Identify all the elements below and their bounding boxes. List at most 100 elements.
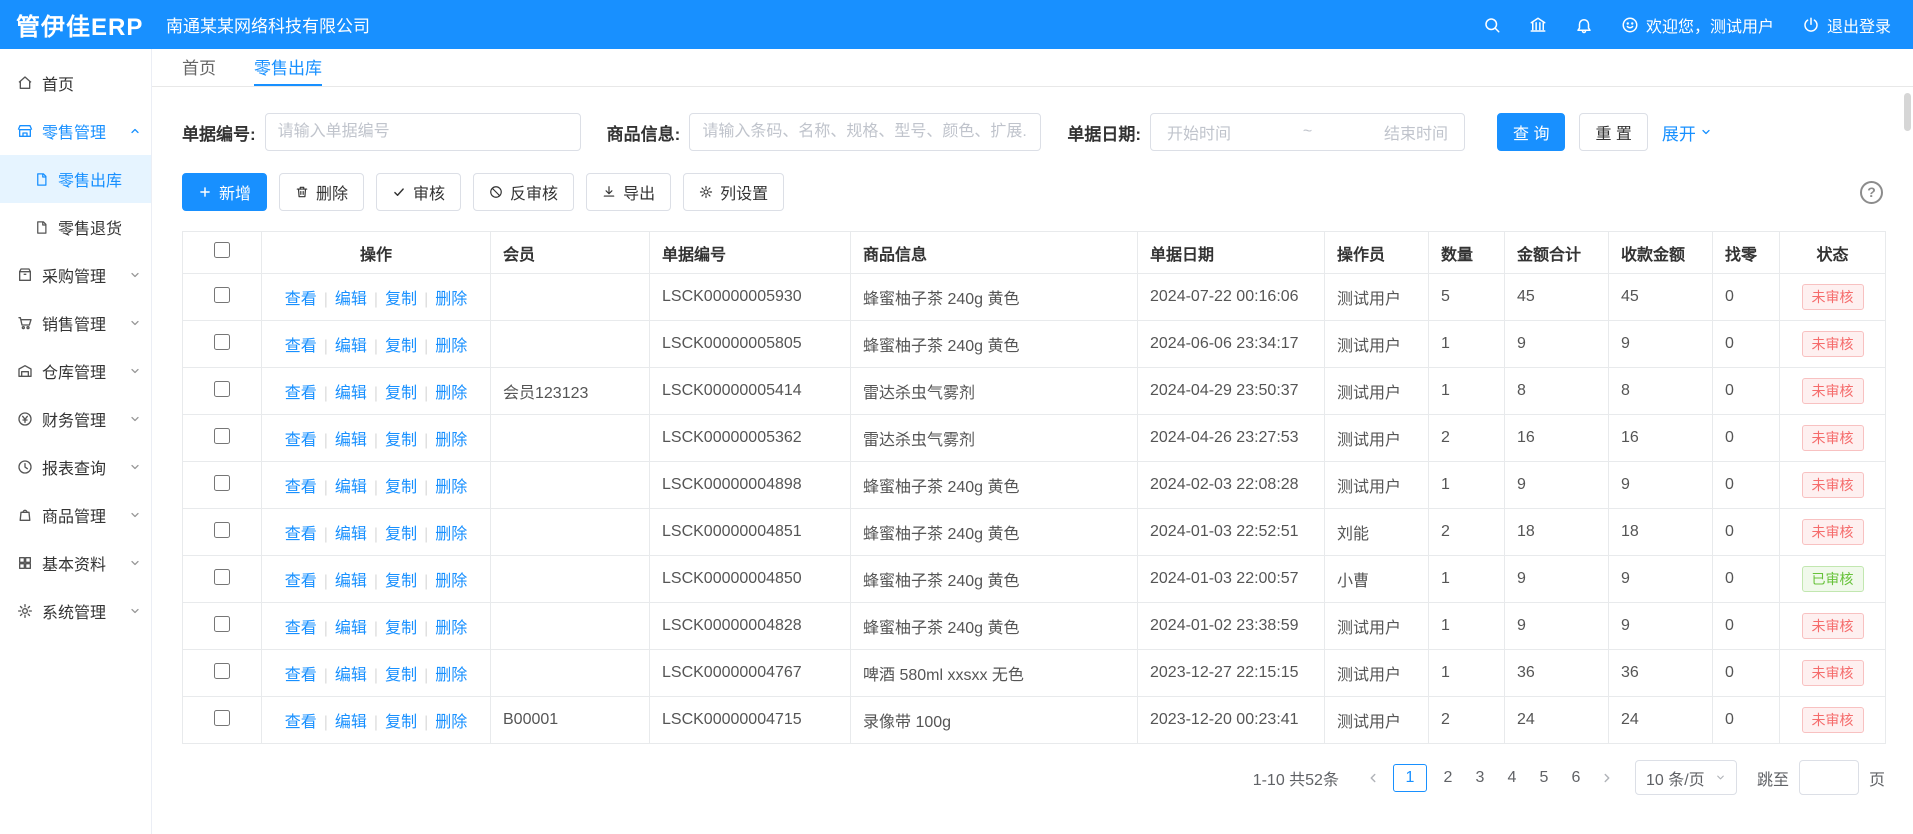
sidebar-item-retail[interactable]: 零售管理 bbox=[0, 107, 151, 155]
product-info-input[interactable] bbox=[689, 113, 1041, 151]
sidebar-item-purchase[interactable]: 采购管理 bbox=[0, 251, 151, 299]
expand-link[interactable]: 展开 bbox=[1662, 120, 1712, 145]
delete-button[interactable]: 删除 bbox=[279, 173, 364, 211]
row-action-delete[interactable]: 删除 bbox=[435, 385, 467, 402]
sidebar-item-finance[interactable]: 财务管理 bbox=[0, 395, 151, 443]
row-action-edit[interactable]: 编辑 bbox=[335, 526, 367, 543]
row-action-view[interactable]: 查看 bbox=[285, 714, 317, 731]
row-action-delete[interactable]: 删除 bbox=[435, 479, 467, 496]
row-action-edit[interactable]: 编辑 bbox=[335, 291, 367, 308]
help-icon[interactable]: ? bbox=[1860, 181, 1883, 204]
row-action-copy[interactable]: 复制 bbox=[385, 291, 417, 308]
reset-button[interactable]: 重 置 bbox=[1579, 113, 1647, 151]
row-action-edit[interactable]: 编辑 bbox=[335, 338, 367, 355]
sidebar-item-system[interactable]: 系统管理 bbox=[0, 587, 151, 635]
row-action-delete[interactable]: 删除 bbox=[435, 291, 467, 308]
jump-to-input[interactable] bbox=[1799, 760, 1859, 795]
sidebar-item-retail-return[interactable]: 零售退货 bbox=[0, 203, 151, 251]
page-number[interactable]: 3 bbox=[1469, 764, 1491, 792]
row-action-delete[interactable]: 删除 bbox=[435, 338, 467, 355]
row-checkbox[interactable] bbox=[214, 710, 230, 726]
row-action-view[interactable]: 查看 bbox=[285, 667, 317, 684]
cell-date: 2024-01-02 23:38:59 bbox=[1138, 603, 1325, 650]
row-checkbox[interactable] bbox=[214, 334, 230, 350]
row-action-copy[interactable]: 复制 bbox=[385, 667, 417, 684]
row-checkbox[interactable] bbox=[214, 428, 230, 444]
add-button[interactable]: 新增 bbox=[182, 173, 267, 211]
logout-button[interactable]: 退出登录 bbox=[1802, 13, 1891, 37]
row-action-view[interactable]: 查看 bbox=[285, 385, 317, 402]
column-settings-button[interactable]: 列设置 bbox=[683, 173, 784, 211]
tab-retail-out[interactable]: 零售出库 bbox=[254, 49, 322, 86]
row-checkbox[interactable] bbox=[214, 287, 230, 303]
row-action-copy[interactable]: 复制 bbox=[385, 338, 417, 355]
cell-change: 0 bbox=[1713, 274, 1780, 321]
row-action-delete[interactable]: 删除 bbox=[435, 620, 467, 637]
audit-button[interactable]: 审核 bbox=[376, 173, 461, 211]
row-checkbox[interactable] bbox=[214, 663, 230, 679]
row-checkbox[interactable] bbox=[214, 475, 230, 491]
bill-no-input[interactable] bbox=[265, 113, 581, 151]
scrollbar-thumb[interactable] bbox=[1904, 93, 1911, 131]
bank-icon[interactable] bbox=[1529, 16, 1547, 34]
tab-home[interactable]: 首页 bbox=[182, 49, 216, 86]
row-action-edit[interactable]: 编辑 bbox=[335, 432, 367, 449]
page-number[interactable]: 4 bbox=[1501, 764, 1523, 792]
action-separator: | bbox=[374, 526, 378, 543]
welcome-user[interactable]: 欢迎您，测试用户 bbox=[1621, 13, 1774, 37]
export-button[interactable]: 导出 bbox=[586, 173, 671, 211]
row-action-view[interactable]: 查看 bbox=[285, 291, 317, 308]
sidebar-item-reports[interactable]: 报表查询 bbox=[0, 443, 151, 491]
row-checkbox[interactable] bbox=[214, 569, 230, 585]
row-action-edit[interactable]: 编辑 bbox=[335, 714, 367, 731]
row-action-view[interactable]: 查看 bbox=[285, 620, 317, 637]
sidebar-item-retail-out[interactable]: 零售出库 bbox=[0, 155, 151, 203]
row-action-delete[interactable]: 删除 bbox=[435, 573, 467, 590]
bell-icon[interactable] bbox=[1575, 16, 1593, 34]
row-action-edit[interactable]: 编辑 bbox=[335, 385, 367, 402]
row-checkbox[interactable] bbox=[214, 616, 230, 632]
row-action-view[interactable]: 查看 bbox=[285, 432, 317, 449]
row-action-edit[interactable]: 编辑 bbox=[335, 573, 367, 590]
row-action-copy[interactable]: 复制 bbox=[385, 479, 417, 496]
row-action-view[interactable]: 查看 bbox=[285, 526, 317, 543]
row-action-view[interactable]: 查看 bbox=[285, 573, 317, 590]
row-action-edit[interactable]: 编辑 bbox=[335, 620, 367, 637]
search-icon[interactable] bbox=[1483, 16, 1501, 34]
sidebar-item-warehouse[interactable]: 仓库管理 bbox=[0, 347, 151, 395]
row-checkbox[interactable] bbox=[214, 381, 230, 397]
row-action-copy[interactable]: 复制 bbox=[385, 620, 417, 637]
row-action-delete[interactable]: 删除 bbox=[435, 526, 467, 543]
row-action-copy[interactable]: 复制 bbox=[385, 526, 417, 543]
action-separator: | bbox=[374, 620, 378, 637]
page-number[interactable]: 1 bbox=[1393, 764, 1427, 792]
table-row: 查看|编辑|复制|删除LSCK00000004828蜂蜜柚子茶 240g 黄色2… bbox=[183, 603, 1886, 650]
select-all-checkbox[interactable] bbox=[214, 242, 230, 258]
cell-date: 2024-01-03 22:52:51 bbox=[1138, 509, 1325, 556]
date-range-picker[interactable]: 开始时间 ~ 结束时间 bbox=[1150, 113, 1465, 151]
row-action-view[interactable]: 查看 bbox=[285, 338, 317, 355]
page-number[interactable]: 5 bbox=[1533, 764, 1555, 792]
row-action-copy[interactable]: 复制 bbox=[385, 432, 417, 449]
row-action-delete[interactable]: 删除 bbox=[435, 667, 467, 684]
chevron-left-icon[interactable] bbox=[1363, 771, 1383, 785]
row-action-delete[interactable]: 删除 bbox=[435, 432, 467, 449]
row-action-copy[interactable]: 复制 bbox=[385, 385, 417, 402]
sidebar-item-sales[interactable]: 销售管理 bbox=[0, 299, 151, 347]
row-action-copy[interactable]: 复制 bbox=[385, 714, 417, 731]
chevron-right-icon[interactable] bbox=[1597, 771, 1617, 785]
page-size-select[interactable]: 10 条/页 bbox=[1635, 760, 1737, 795]
unaudit-button[interactable]: 反审核 bbox=[473, 173, 574, 211]
sidebar-item-home[interactable]: 首页 bbox=[0, 59, 151, 107]
row-checkbox[interactable] bbox=[214, 522, 230, 538]
row-action-view[interactable]: 查看 bbox=[285, 479, 317, 496]
sidebar-item-goods[interactable]: 商品管理 bbox=[0, 491, 151, 539]
sidebar-item-basic[interactable]: 基本资料 bbox=[0, 539, 151, 587]
row-action-edit[interactable]: 编辑 bbox=[335, 667, 367, 684]
search-button[interactable]: 查 询 bbox=[1497, 113, 1565, 151]
page-number[interactable]: 6 bbox=[1565, 764, 1587, 792]
page-number[interactable]: 2 bbox=[1437, 764, 1459, 792]
row-action-copy[interactable]: 复制 bbox=[385, 573, 417, 590]
row-action-edit[interactable]: 编辑 bbox=[335, 479, 367, 496]
row-action-delete[interactable]: 删除 bbox=[435, 714, 467, 731]
